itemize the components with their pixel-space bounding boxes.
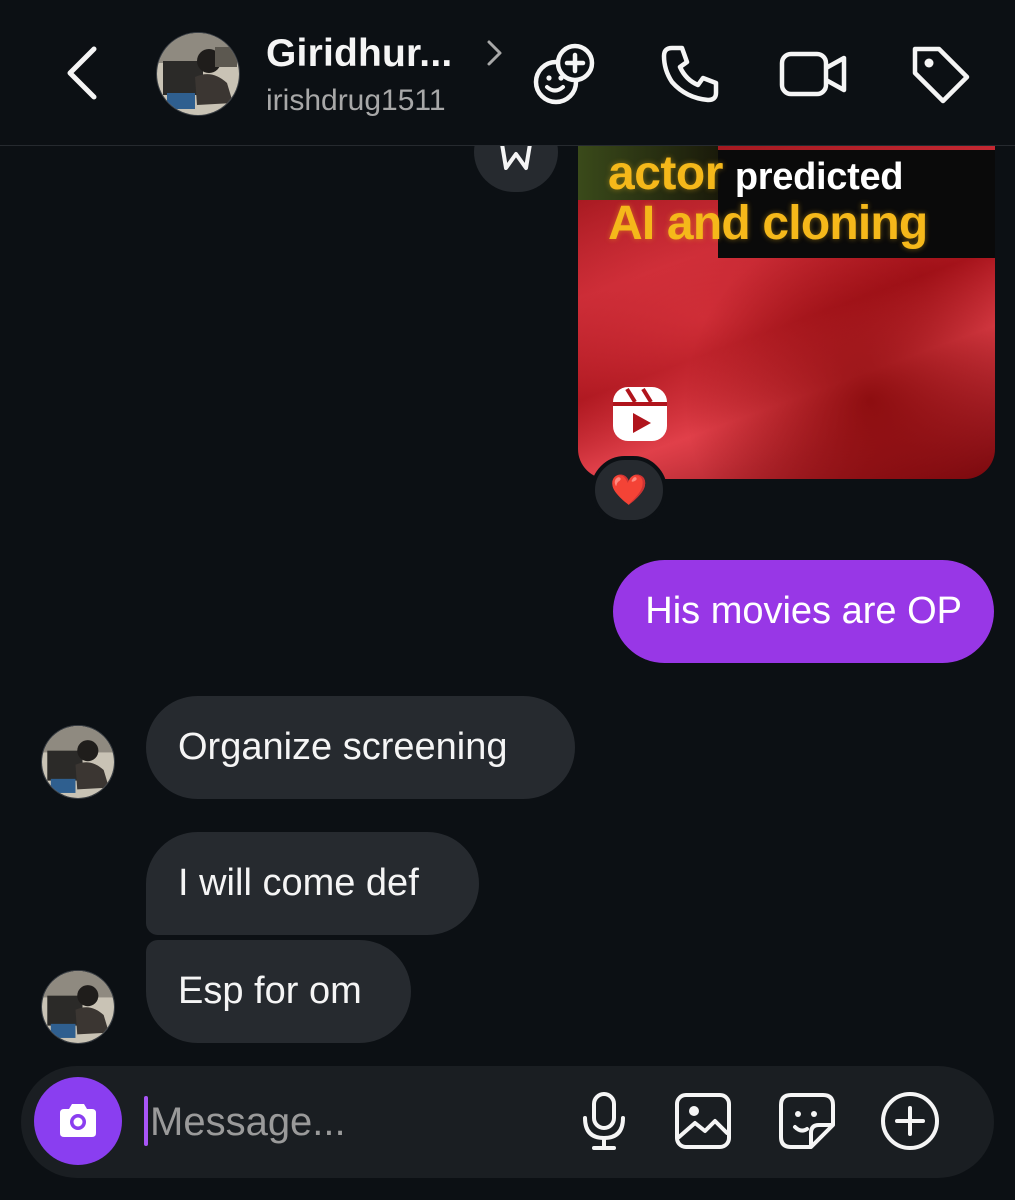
back-chevron-icon — [67, 46, 97, 100]
sticker-button[interactable] — [776, 1090, 838, 1152]
incoming-message[interactable]: I will come def — [146, 832, 479, 935]
chat-header: Giridhur... irishdrug1511 — [0, 0, 1015, 146]
message-text: Organize screening — [178, 726, 508, 768]
reel-caption: actor predicted AI and cloning — [608, 147, 928, 250]
sticker-icon — [779, 1093, 835, 1149]
reels-icon — [613, 387, 667, 441]
back-button[interactable] — [52, 38, 112, 108]
plus-circle-icon — [881, 1092, 939, 1150]
tag-button[interactable] — [904, 38, 976, 110]
outgoing-message[interactable]: His movies are OP — [613, 560, 994, 663]
incoming-message[interactable]: Organize screening — [146, 696, 575, 799]
reel-word-actor: actor — [608, 147, 723, 200]
text-caret — [144, 1096, 148, 1146]
heart-icon: ❤️ — [610, 473, 648, 507]
share-icon — [500, 142, 532, 170]
reel-word-predicted: predicted — [734, 156, 904, 198]
video-call-button[interactable] — [778, 38, 850, 110]
contact-username[interactable]: irishdrug1511 — [266, 84, 446, 118]
shared-reel-card[interactable]: actor predicted AI and cloning — [578, 120, 995, 479]
message-text: I will come def — [178, 862, 419, 904]
sender-avatar[interactable] — [41, 970, 115, 1044]
video-camera-icon — [779, 51, 847, 97]
heart-reaction[interactable]: ❤️ — [591, 456, 667, 524]
phone-icon — [661, 45, 719, 103]
camera-button[interactable] — [34, 1077, 122, 1165]
more-options-button[interactable] — [879, 1090, 941, 1152]
image-icon — [675, 1093, 731, 1149]
contact-name[interactable]: Giridhur... — [266, 32, 452, 76]
camera-icon — [60, 1104, 96, 1137]
dm-screen: Giridhur... irishdrug1511 actor predicte… — [0, 0, 1015, 1200]
message-text: His movies are OP — [645, 590, 962, 632]
microphone-icon — [583, 1092, 625, 1150]
audio-call-button[interactable] — [654, 38, 726, 110]
chevron-right-icon[interactable] — [484, 38, 506, 68]
gallery-button[interactable] — [672, 1090, 734, 1152]
gaming-icon — [533, 43, 595, 105]
voice-message-button[interactable] — [573, 1090, 635, 1152]
contact-avatar[interactable] — [156, 32, 240, 116]
incoming-message[interactable]: Esp for om — [146, 940, 411, 1043]
tag-icon — [912, 46, 970, 104]
message-input[interactable] — [150, 1092, 550, 1152]
sender-avatar[interactable] — [41, 725, 115, 799]
games-button[interactable] — [528, 38, 600, 110]
message-text: Esp for om — [178, 970, 362, 1012]
reel-line-two: AI and cloning — [608, 197, 928, 250]
